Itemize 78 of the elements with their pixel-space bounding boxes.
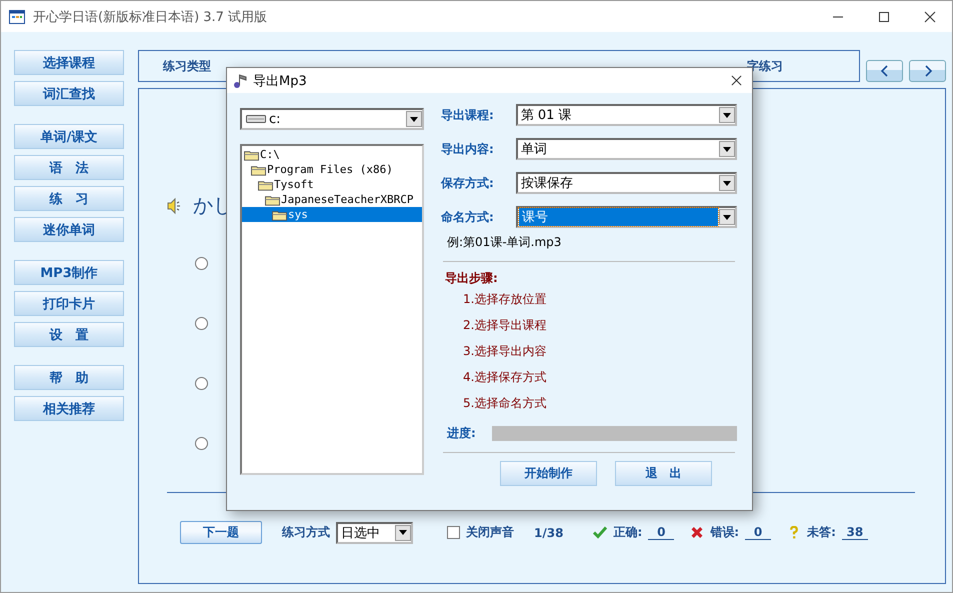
close-icon[interactable] — [731, 75, 742, 86]
dropdown-arrow-icon — [723, 180, 731, 186]
folder-item[interactable]: C:\ — [242, 147, 422, 162]
steps-title: 导出步骤: — [445, 270, 499, 287]
sidebar-button[interactable]: 词汇查找 — [14, 81, 124, 106]
dropdown-arrow-icon — [410, 116, 418, 122]
sidebar-button[interactable]: 单词/课文 — [14, 124, 124, 149]
folder-icon — [272, 208, 287, 220]
app-icon — [9, 10, 25, 24]
field-label: 命名方式: — [441, 208, 495, 226]
field-label: 导出内容: — [441, 140, 495, 158]
folder-item[interactable]: sys — [242, 207, 422, 222]
next-question-button[interactable]: 下一题 — [180, 521, 262, 544]
folder-icon — [265, 194, 280, 206]
dialog-button[interactable]: 开始制作 — [500, 461, 597, 486]
option-select[interactable]: 单词 — [516, 138, 737, 160]
sidebar-button[interactable]: 设 置 — [14, 322, 124, 347]
sidebar-button[interactable]: 相关推荐 — [14, 396, 124, 421]
cross-icon — [690, 526, 704, 539]
filename-example: 例:第01课-单词.mp3 — [447, 234, 562, 251]
stat-label: 正确: — [613, 524, 642, 541]
answer-radio[interactable] — [195, 257, 208, 270]
sidebar-button[interactable]: 语 法 — [14, 155, 124, 180]
answer-radio[interactable] — [195, 317, 208, 330]
stat-label: 未答: — [807, 524, 836, 541]
folder-item[interactable]: Program Files (x86) — [242, 162, 422, 177]
step-text: 5.选择命名方式 — [463, 395, 548, 412]
close-icon[interactable] — [924, 10, 936, 22]
answer-radio[interactable] — [195, 377, 208, 390]
dialog-button[interactable]: 退 出 — [615, 461, 712, 486]
stat-value: 0 — [648, 525, 674, 540]
option-select[interactable]: 课号 — [516, 206, 737, 228]
folder-icon — [251, 164, 266, 176]
stat-value: 0 — [745, 525, 772, 540]
dialog-title: 导出Mp3 — [253, 72, 307, 90]
dropdown-arrow-icon — [723, 214, 731, 220]
stat-value: 38 — [842, 525, 868, 540]
music-note-icon — [232, 72, 248, 88]
option-select[interactable]: 按课保存 — [516, 172, 737, 194]
answer-radio[interactable] — [195, 437, 208, 450]
folder-item[interactable]: JapaneseTeacherXBRCP — [242, 192, 422, 207]
next-arrow-button[interactable] — [909, 60, 946, 82]
sidebar-button[interactable]: 练 习 — [14, 186, 124, 211]
field-label: 导出课程: — [441, 106, 495, 124]
step-text: 2.选择导出课程 — [463, 317, 548, 334]
mute-label: 关闭声音 — [466, 524, 514, 541]
question-counter: 1/38 — [534, 526, 564, 540]
dropdown-arrow-icon — [723, 146, 731, 152]
practice-type-label: 练习类型 — [163, 58, 211, 74]
sidebar-button[interactable]: 帮 助 — [14, 365, 124, 390]
sidebar-button[interactable]: MP3制作 — [14, 260, 124, 285]
folder-icon — [244, 148, 259, 160]
step-text: 4.选择保存方式 — [463, 369, 548, 386]
maximize-icon[interactable] — [878, 10, 890, 22]
practice-mode-label: 练习方式 — [282, 524, 330, 541]
field-label: 保存方式: — [441, 174, 495, 192]
check-icon — [593, 526, 608, 539]
folder-item[interactable]: Tysoft — [242, 177, 422, 192]
mute-checkbox[interactable] — [447, 526, 460, 539]
dropdown-arrow-icon — [723, 112, 731, 118]
folder-icon — [258, 178, 273, 190]
step-text: 1.选择存放位置 — [463, 291, 548, 308]
drive-select[interactable]: c: — [240, 108, 424, 130]
step-text: 3.选择导出内容 — [463, 343, 548, 360]
chevron-left-icon — [880, 65, 890, 77]
chevron-right-icon — [922, 65, 932, 77]
progress-label: 进度: — [447, 425, 477, 442]
sidebar-button[interactable]: 选择课程 — [14, 50, 124, 75]
speaker-icon[interactable] — [167, 196, 181, 214]
option-select[interactable]: 第 01 课 — [516, 104, 737, 126]
sidebar-button[interactable]: 打印卡片 — [14, 291, 124, 316]
practice-mode-select[interactable]: 日选中 — [336, 522, 413, 544]
dropdown-arrow-icon — [399, 530, 407, 535]
drive-icon — [246, 114, 266, 124]
window-title: 开心学日语(新版标准日本语) 3.7 试用版 — [33, 8, 268, 26]
previous-button[interactable] — [866, 60, 903, 82]
sidebar-button[interactable]: 迷你单词 — [14, 217, 124, 242]
stat-label: 错误: — [710, 524, 740, 541]
